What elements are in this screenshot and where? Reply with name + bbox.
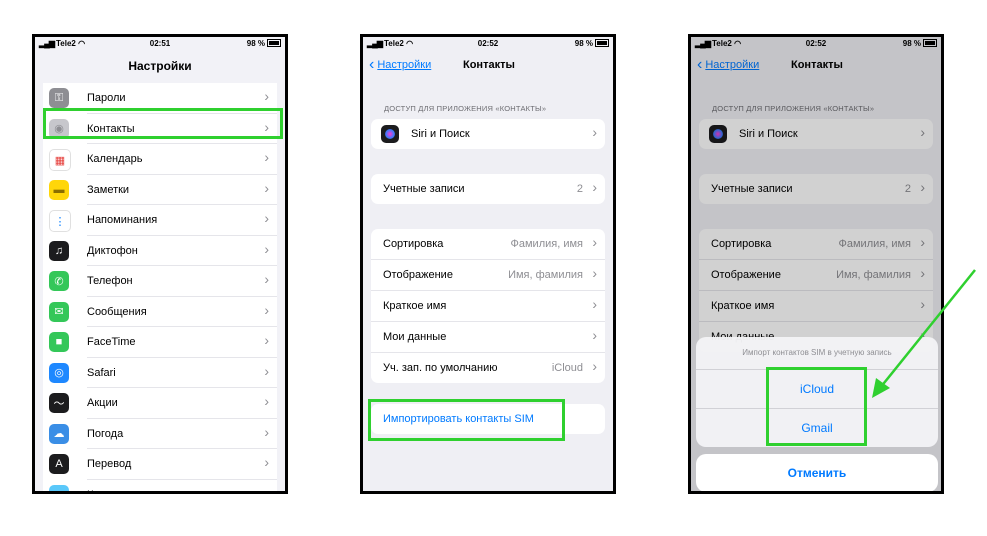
chevron-right-icon: › <box>264 423 269 440</box>
settings-item-facetime[interactable]: ■ FaceTime › <box>43 327 277 358</box>
settings-item-label: Пароли <box>87 92 126 104</box>
siri-label: Siri и Поиск <box>411 128 470 140</box>
settings-item-label: Телефон <box>87 275 133 287</box>
chevron-right-icon: › <box>264 332 269 348</box>
row-label: Мои данные <box>383 331 447 343</box>
row-value: Фамилия, имя <box>510 238 583 250</box>
chevron-right-icon: › <box>592 265 597 281</box>
calendar-icon: ▦ <box>49 149 71 171</box>
row-label: Отображение <box>383 269 453 281</box>
row-value: Имя, фамилия <box>508 269 583 281</box>
settings-item-weather[interactable]: ☁ Погода › <box>43 419 277 449</box>
chevron-right-icon: › <box>264 301 269 318</box>
display-row[interactable]: Отображение Имя, фамилия › <box>371 260 605 291</box>
accounts-label: Учетные записи <box>383 183 465 195</box>
page-title: Контакты <box>463 59 515 71</box>
row-label: Краткое имя <box>383 300 447 312</box>
chevron-left-icon: ‹ <box>369 56 375 73</box>
highlight-import <box>368 399 565 441</box>
row-value: iCloud <box>551 362 583 374</box>
facetime-icon: ■ <box>49 332 69 352</box>
settings-item-label: Сообщения <box>87 305 147 318</box>
status-bar: ▂▄▆ Tele2 ◠ 02:51 98 % <box>35 37 285 51</box>
chevron-right-icon: › <box>264 393 269 409</box>
settings-item-label: Перевод <box>87 458 132 470</box>
siri-search-row[interactable]: Siri и Поиск › <box>371 119 605 149</box>
chevron-right-icon: › <box>264 362 269 379</box>
settings-item-label: Погода <box>87 427 124 440</box>
chevron-right-icon: › <box>264 271 269 287</box>
battery-icon <box>267 39 281 47</box>
settings-item-stocks[interactable]: 〜 Акции › <box>43 388 277 419</box>
siri-group: Siri и Поиск › <box>371 119 605 149</box>
reminders-icon: ⋮ <box>49 210 71 232</box>
cancel-button[interactable]: Отменить <box>696 454 938 491</box>
settings-item-label: FaceTime <box>87 336 136 348</box>
settings-item-label: Диктофон <box>87 244 138 257</box>
settings-item-safari[interactable]: ◎ Safari › <box>43 358 277 388</box>
chevron-right-icon: › <box>264 454 269 470</box>
page-title: Настройки <box>128 59 192 73</box>
chevron-right-icon: › <box>264 149 269 165</box>
back-button[interactable]: ‹ Настройки <box>369 56 432 73</box>
chevron-right-icon: › <box>592 234 597 250</box>
settings-item-label: Карты <box>87 489 118 492</box>
stocks-icon: 〜 <box>49 393 69 413</box>
battery-label: 98 % <box>574 39 593 48</box>
chevron-right-icon: › <box>264 484 269 494</box>
key-icon: ⚿ <box>49 88 69 108</box>
phone-icon: ✆ <box>49 271 69 291</box>
settings-item-calendar[interactable]: ▦ Календарь › <box>43 144 277 175</box>
settings-screen: ▂▄▆ Tele2 ◠ 02:51 98 % Настройки ⚿ Пароли ›… <box>32 34 288 494</box>
chevron-right-icon: › <box>592 327 597 343</box>
pointer-arrow-icon <box>872 269 976 398</box>
settings-item-phone[interactable]: ✆ Телефон › <box>43 266 277 297</box>
chevron-right-icon: › <box>592 124 597 140</box>
notes-icon: ▬ <box>49 179 69 200</box>
row-label: Сортировка <box>383 238 444 250</box>
my-card-row[interactable]: Мои данные › <box>371 322 605 353</box>
chevron-right-icon: › <box>592 179 597 195</box>
settings-item-translate[interactable]: A Перевод › <box>43 449 277 480</box>
settings-item-label: Календарь <box>87 153 143 165</box>
sort-row[interactable]: Сортировка Фамилия, имя › <box>371 229 605 260</box>
settings-item-label: Safari <box>87 366 116 379</box>
chevron-right-icon: › <box>264 88 269 104</box>
default-account-row[interactable]: Уч. зап. по умолчанию iCloud › <box>371 353 605 383</box>
chevron-right-icon: › <box>264 179 269 196</box>
safari-icon: ◎ <box>49 362 69 383</box>
translate-icon: A <box>49 454 69 474</box>
section-header: ДОСТУП ДЛЯ ПРИЛОЖЕНИЯ «КОНТАКТЫ» <box>384 104 547 113</box>
settings-item-label: Акции <box>87 397 118 409</box>
row-label: Уч. зап. по умолчанию <box>383 362 498 374</box>
settings-item-label: Заметки <box>87 183 130 196</box>
battery-label: 98 % <box>246 39 265 48</box>
settings-item-notes[interactable]: ▬ Заметки › <box>43 175 277 205</box>
back-label: Настройки <box>377 59 432 71</box>
messages-icon: ✉ <box>49 301 69 322</box>
settings-list: ⚿ Пароли › ◉ Контакты › ▦ Календарь › ▬ Заметки › ⋮ Н… <box>43 83 277 494</box>
battery-icon <box>595 39 609 47</box>
status-bar: ▂▄▆ Tele2 ◠ 02:52 98 % <box>363 37 613 51</box>
accounts-group: Учетные записи 2 › <box>371 174 605 204</box>
chevron-right-icon: › <box>264 240 269 257</box>
settings-item-label: Напоминания <box>87 214 158 226</box>
accounts-row[interactable]: Учетные записи 2 › <box>371 174 605 204</box>
chevron-right-icon: › <box>592 358 597 374</box>
accounts-count: 2 <box>576 183 583 195</box>
short-name-row[interactable]: Краткое имя › <box>371 291 605 322</box>
settings-item-voice-memo[interactable]: ♫ Диктофон › <box>43 236 277 266</box>
weather-icon: ☁ <box>49 423 69 444</box>
settings-item-reminders[interactable]: ⋮ Напоминания › <box>43 205 277 236</box>
chevron-right-icon: › <box>592 296 597 312</box>
siri-icon <box>381 125 399 143</box>
voice-memo-icon: ♫ <box>49 240 69 261</box>
highlight-contacts <box>43 108 283 139</box>
chevron-right-icon: › <box>264 210 269 226</box>
contacts-settings-group: Сортировка Фамилия, имя › Отображение Имя, … <box>371 229 605 383</box>
settings-item-maps[interactable]: ▲ Карты › <box>43 480 277 494</box>
highlight-accounts <box>766 367 867 446</box>
maps-icon: ▲ <box>49 484 69 491</box>
settings-item-messages[interactable]: ✉ Сообщения › <box>43 297 277 327</box>
